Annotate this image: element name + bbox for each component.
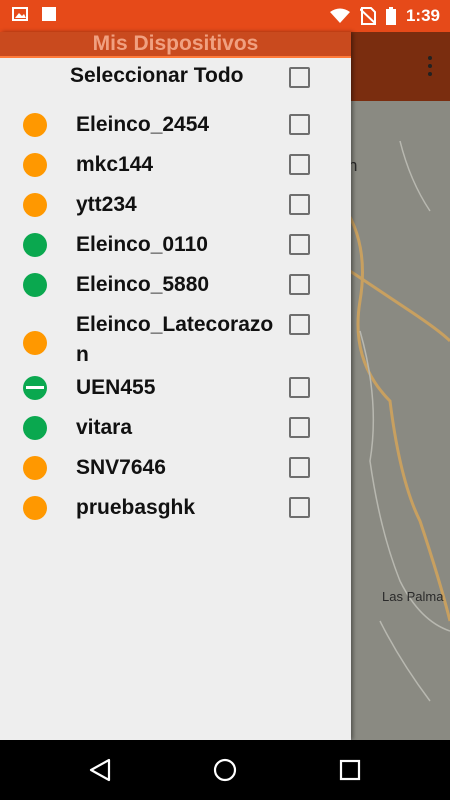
device-checkbox[interactable] bbox=[289, 154, 310, 175]
device-row[interactable]: SNV7646 bbox=[0, 452, 351, 492]
device-name: pruebasghk bbox=[76, 496, 196, 519]
battery-icon bbox=[385, 7, 396, 25]
select-all-row[interactable]: Seleccionar Todo bbox=[0, 58, 351, 98]
device-row[interactable]: UEN455 bbox=[0, 372, 351, 412]
device-checkbox[interactable] bbox=[289, 497, 310, 518]
home-icon[interactable] bbox=[212, 757, 238, 783]
device-name: mkc144 bbox=[76, 153, 154, 176]
device-checkbox[interactable] bbox=[289, 234, 310, 255]
device-row[interactable]: ytt234 bbox=[0, 189, 351, 229]
recents-icon[interactable] bbox=[337, 757, 363, 783]
device-checkbox[interactable] bbox=[289, 377, 310, 398]
device-name: vitara bbox=[76, 416, 133, 439]
status-dot-icon bbox=[23, 233, 47, 257]
device-row[interactable]: Eleinco_2454 bbox=[0, 109, 351, 149]
device-name: Eleinco_0110 bbox=[76, 233, 208, 256]
device-checkbox[interactable] bbox=[289, 314, 310, 335]
device-name: Eleinco_5880 bbox=[76, 273, 210, 296]
status-dot-icon bbox=[23, 113, 47, 137]
no-sim-icon bbox=[359, 7, 376, 25]
status-dot-icon bbox=[23, 273, 47, 297]
device-checkbox[interactable] bbox=[289, 274, 310, 295]
overflow-menu-icon[interactable] bbox=[424, 54, 436, 80]
wifi-icon bbox=[329, 8, 350, 23]
status-dot-icon bbox=[23, 456, 47, 480]
status-dot-icon bbox=[23, 496, 47, 520]
device-row[interactable]: mkc144 bbox=[0, 149, 351, 189]
device-checkbox[interactable] bbox=[289, 114, 310, 135]
device-checkbox[interactable] bbox=[289, 194, 310, 215]
device-name: Eleinco_Latecorazon bbox=[76, 313, 274, 366]
status-time: 1:39 bbox=[405, 6, 440, 25]
status-bar: 1:39 bbox=[0, 0, 450, 32]
device-row[interactable]: Eleinco_0110 bbox=[0, 229, 351, 269]
drawer-header: Mis Dispositivos bbox=[0, 32, 351, 58]
device-checkbox[interactable] bbox=[289, 457, 310, 478]
status-dot-icon bbox=[23, 193, 47, 217]
device-name: UEN455 bbox=[76, 376, 156, 399]
drawer-title: Mis Dispositivos bbox=[92, 32, 259, 55]
device-row[interactable]: vitara bbox=[0, 412, 351, 452]
status-dot-icon bbox=[23, 153, 47, 177]
device-row[interactable]: pruebasghk bbox=[0, 492, 351, 532]
device-checkbox[interactable] bbox=[289, 417, 310, 438]
status-dot-icon bbox=[23, 416, 47, 440]
system-nav-bar bbox=[0, 740, 450, 800]
device-name: SNV7646 bbox=[76, 456, 166, 479]
device-name: ytt234 bbox=[76, 193, 137, 216]
status-dot-icon bbox=[23, 331, 47, 355]
device-row[interactable]: Eleinco_5880 bbox=[0, 269, 351, 309]
back-icon[interactable] bbox=[87, 757, 113, 783]
device-name: Eleinco_2454 bbox=[76, 113, 210, 136]
image-icon bbox=[12, 7, 28, 21]
map-label-las-palma: Las Palma bbox=[382, 589, 444, 604]
select-all-label: Seleccionar Todo bbox=[70, 64, 244, 87]
navigation-drawer: Mis Dispositivos Seleccionar Todo Eleinc… bbox=[0, 32, 351, 740]
device-row[interactable]: Eleinco_Latecorazon bbox=[0, 309, 351, 372]
select-all-checkbox[interactable] bbox=[289, 67, 310, 88]
square-icon bbox=[42, 7, 56, 21]
status-dot-icon bbox=[23, 376, 47, 400]
